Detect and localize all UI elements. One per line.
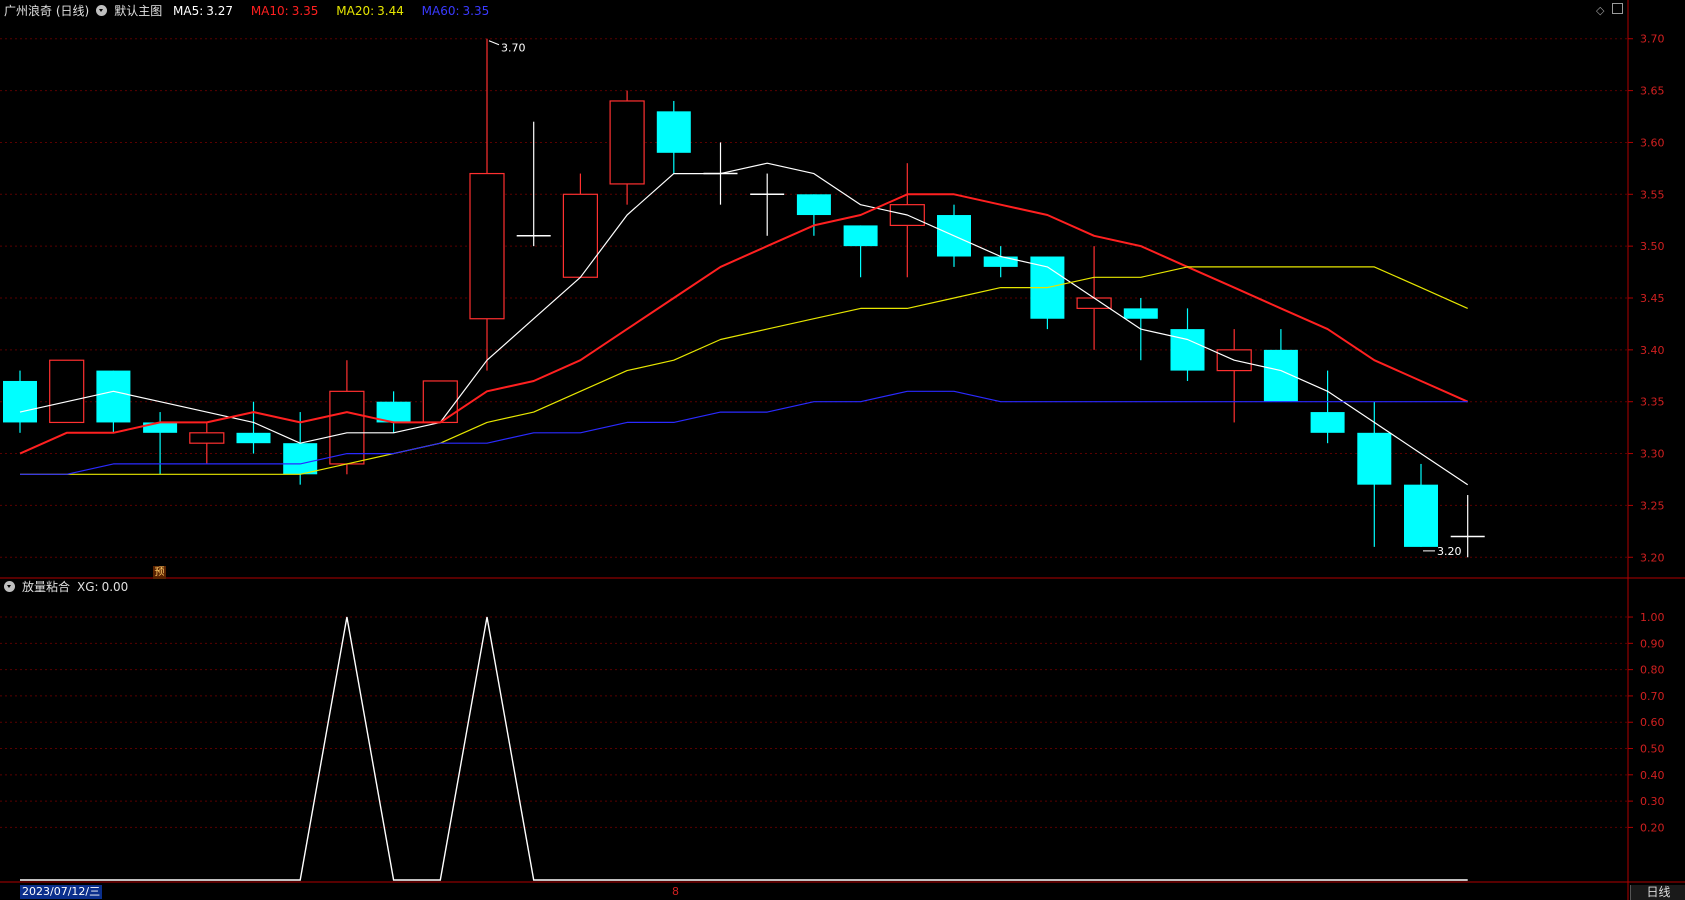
candle xyxy=(1310,370,1345,444)
indicator-tick-label: 1.00 xyxy=(1640,611,1665,624)
candle xyxy=(750,173,785,236)
candle xyxy=(329,360,365,475)
month-marker: 8 xyxy=(672,885,679,898)
candle-body xyxy=(236,432,271,444)
indicator-tick-label: 0.20 xyxy=(1640,821,1665,834)
ma20-legend: MA20: 3.44 xyxy=(336,4,411,18)
price-axis: 3.20 3.25 3.30 3.35 3.40 3.45 3.50 3.55 3.60 3.65… xyxy=(0,0,1685,900)
indicator-tick-label: 0.90 xyxy=(1640,637,1665,650)
candle xyxy=(796,194,831,236)
xg-value: 0.00 xyxy=(101,580,129,594)
candle xyxy=(189,422,225,464)
candle-body xyxy=(283,443,318,475)
candle xyxy=(1404,463,1438,547)
price-tick-label: 3.35 xyxy=(1640,396,1665,409)
diamond-icon[interactable]: ◇ xyxy=(1596,4,1604,17)
candle-body xyxy=(96,370,131,423)
candle xyxy=(422,380,458,424)
candle-body xyxy=(422,380,458,424)
candle-body xyxy=(1076,297,1112,309)
candle xyxy=(843,225,878,278)
high-price-label: 3.70 xyxy=(501,42,526,55)
price-tick-label: 3.50 xyxy=(1640,240,1665,253)
candle-body xyxy=(1404,484,1438,547)
candle-body xyxy=(1170,329,1205,371)
indicator-tick-label: 0.60 xyxy=(1640,716,1665,729)
ma10-line xyxy=(19,193,1469,455)
high-arrow xyxy=(488,40,500,46)
candle xyxy=(609,90,645,205)
candle-body xyxy=(469,172,505,320)
candle xyxy=(469,38,505,371)
ma5-value: 3.27 xyxy=(206,4,233,18)
ma5-label: MA5: xyxy=(173,4,204,18)
ma20-label: MA20: xyxy=(336,4,375,18)
chevron-down-icon[interactable] xyxy=(4,581,15,592)
candle-body xyxy=(796,194,831,216)
price-tick-label: 3.45 xyxy=(1640,292,1665,305)
indicator-tick-label: 0.70 xyxy=(1640,690,1665,703)
main-chart-header: 广州浪奇 (日线) 默认主图 MA5: 3.27 MA10: 3.35 MA20: 3.… xyxy=(4,4,503,18)
candle xyxy=(656,100,691,174)
candle-body xyxy=(843,225,878,247)
ma60-line xyxy=(20,390,1468,475)
indicator-tick-label: 0.50 xyxy=(1640,743,1665,756)
candle xyxy=(49,359,85,424)
stock-name[interactable]: 广州浪奇 (日线) xyxy=(4,4,89,18)
ma10-value: 3.35 xyxy=(291,4,319,18)
ma10-legend: MA10: 3.35 xyxy=(251,4,326,18)
candle-body xyxy=(983,256,1018,267)
period-tab-daily[interactable]: 日线 xyxy=(1630,885,1685,900)
ma60-legend: MA60: 3.35 xyxy=(422,4,497,18)
xg-label: XG: xyxy=(77,580,99,594)
price-tick-label: 3.65 xyxy=(1640,85,1665,98)
candle xyxy=(1263,329,1298,402)
price-tick-label: 3.60 xyxy=(1640,136,1665,149)
cursor-date: 2023/07/12/三 xyxy=(20,885,103,899)
main-chart-label[interactable]: 默认主图 xyxy=(114,4,162,18)
ma60-label: MA60: xyxy=(421,4,460,18)
price-tick-label: 3.40 xyxy=(1640,344,1665,357)
chart-canvas[interactable]: 3.20 3.25 3.30 3.35 3.40 3.45 3.50 3.55 3.60 3.65… xyxy=(0,0,1685,900)
candle-body xyxy=(189,432,225,444)
candle xyxy=(1216,329,1252,423)
candle xyxy=(376,391,411,433)
indicator-tick-label: 0.80 xyxy=(1640,664,1665,677)
xg-legend: XG: 0.00 xyxy=(77,580,135,594)
candle xyxy=(516,121,551,247)
price-tick-label: 3.70 xyxy=(1640,33,1665,46)
indicator-tick-label: 0.40 xyxy=(1640,769,1665,782)
indicator-chart-grid xyxy=(0,616,1628,828)
forecast-badge[interactable]: 预 xyxy=(153,566,166,579)
candle-body xyxy=(49,359,85,424)
ma60-value: 3.35 xyxy=(462,4,490,18)
price-tick-label: 3.55 xyxy=(1640,188,1665,201)
candle-body xyxy=(1123,308,1158,319)
candle-body xyxy=(562,193,599,278)
candle-body xyxy=(609,100,645,185)
low-price-label: 3.20 xyxy=(1437,545,1462,558)
ma20-value: 3.44 xyxy=(377,4,404,18)
candle-body xyxy=(3,380,37,423)
candle-body xyxy=(1357,432,1392,485)
price-tick-label: 3.25 xyxy=(1640,499,1665,512)
candle-body xyxy=(1310,412,1345,433)
ma5-legend: MA5: 3.27 xyxy=(173,4,240,18)
indicator-name[interactable]: 放量粘合 xyxy=(22,580,70,594)
chevron-down-icon[interactable] xyxy=(96,5,108,16)
price-tick-label: 3.30 xyxy=(1640,448,1665,461)
indicator-header: 放量粘合 XG: 0.00 xyxy=(4,580,142,594)
ma10-label: MA10: xyxy=(250,4,289,18)
price-tick-label: 3.20 xyxy=(1640,551,1665,564)
candle-body xyxy=(656,111,691,153)
candle xyxy=(96,370,131,433)
indicator-tick-label: 0.30 xyxy=(1640,795,1665,808)
candle xyxy=(1357,401,1392,547)
candle-body xyxy=(143,422,178,433)
candle xyxy=(3,370,37,433)
maximize-icon[interactable] xyxy=(1612,3,1623,14)
